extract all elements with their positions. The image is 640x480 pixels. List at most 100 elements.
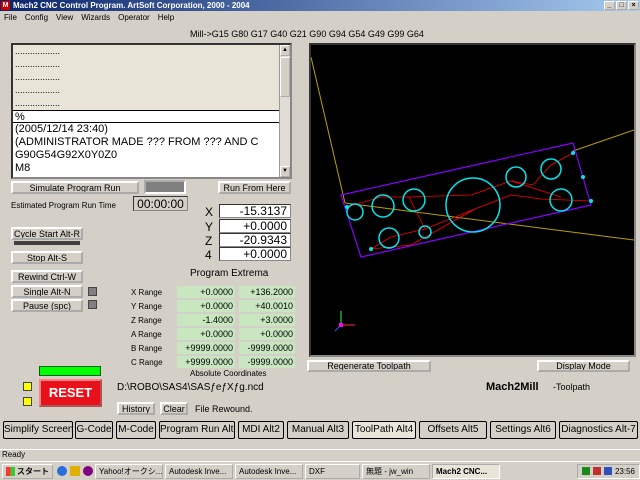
single-block-button[interactable]: Single Alt-N bbox=[11, 285, 83, 298]
quick-launch bbox=[57, 466, 93, 476]
title-bar: M Mach2 CNC Control Program. ArtSoft Cor… bbox=[0, 0, 640, 11]
clock: 23:56 bbox=[614, 466, 635, 476]
tab-diagnostics[interactable]: Diagnostics Alt-7 bbox=[559, 421, 638, 439]
start-button[interactable]: スタート bbox=[2, 463, 53, 479]
screen-name-label: -Toolpath bbox=[553, 382, 591, 392]
gcode-listing[interactable]: .................. .................. ..… bbox=[11, 43, 292, 179]
axis-gizmo-icon bbox=[334, 311, 355, 332]
range-label: X Range bbox=[131, 288, 163, 297]
folder-icon[interactable] bbox=[70, 466, 80, 476]
modal-gcodes-line: Mill->G15 G80 G17 G40 G21 G90 G94 G54 G4… bbox=[190, 29, 424, 39]
scroll-up-icon[interactable]: ▲ bbox=[280, 45, 290, 56]
range-min: +9999.0000 bbox=[177, 342, 235, 354]
reset-button[interactable]: RESET bbox=[39, 379, 102, 407]
pause-button[interactable]: Pause (spc) bbox=[11, 299, 83, 312]
tab-program-run[interactable]: Program Run Alt-1 bbox=[159, 421, 235, 439]
dro-axis-label: X bbox=[205, 205, 214, 219]
close-button[interactable]: × bbox=[628, 1, 639, 10]
axis-line bbox=[344, 202, 634, 241]
simulate-status-indicator bbox=[144, 180, 186, 194]
menu-file[interactable]: File bbox=[0, 13, 21, 22]
pause-led bbox=[88, 300, 97, 309]
run-from-here-button[interactable]: Run From Here bbox=[218, 181, 291, 194]
cycle-start-button[interactable]: Cycle Start Alt-R bbox=[11, 227, 83, 240]
tray-icon[interactable] bbox=[581, 467, 590, 475]
dro-x-value[interactable]: -15.3137 bbox=[219, 204, 291, 218]
tab-simplify-screen[interactable]: Simplify Screen bbox=[3, 421, 73, 439]
code-line: .................. bbox=[13, 45, 281, 58]
code-scrollbar[interactable]: ▲ ▼ bbox=[279, 45, 290, 177]
estimated-run-time-label: Estimated Program Run Time bbox=[11, 201, 116, 210]
range-min: +9999.0000 bbox=[177, 356, 235, 368]
task-jw-win[interactable]: 無題 - jw_win bbox=[362, 463, 430, 479]
yellow-led bbox=[23, 382, 32, 391]
history-button[interactable]: History bbox=[117, 402, 155, 415]
tab-settings[interactable]: Settings Alt6 bbox=[490, 421, 556, 439]
range-max: -9999.0000 bbox=[239, 356, 295, 368]
axis-line bbox=[311, 56, 346, 204]
minimize-button[interactable]: _ bbox=[604, 1, 615, 10]
code-line: .................. bbox=[13, 97, 281, 110]
scroll-thumb[interactable] bbox=[280, 57, 290, 97]
code-line: .................. bbox=[13, 58, 281, 71]
dro-z-value[interactable]: -20.9343 bbox=[219, 233, 291, 247]
task-autodesk-1[interactable]: Autodesk Inve... bbox=[165, 463, 233, 479]
menu-config[interactable]: Config bbox=[21, 13, 52, 22]
task-dxf[interactable]: DXF bbox=[305, 463, 360, 479]
regenerate-toolpath-button[interactable]: Regenerate Toolpath bbox=[307, 360, 431, 372]
dro-y-value[interactable]: +0.0000 bbox=[219, 219, 291, 233]
dro-axis-label: 4 bbox=[205, 248, 212, 262]
tab-offsets[interactable]: Offsets Alt5 bbox=[419, 421, 487, 439]
reset-status-led bbox=[39, 366, 101, 376]
code-line: (2005/12/14 23:40) bbox=[15, 123, 108, 135]
task-yahoo[interactable]: Yahoo!オークシ... bbox=[95, 463, 163, 479]
rewind-button[interactable]: Rewind Ctrl-W bbox=[11, 270, 83, 283]
tab-mdi[interactable]: MDI Alt2 bbox=[238, 421, 284, 439]
menu-help[interactable]: Help bbox=[154, 13, 178, 22]
tab-g-code[interactable]: G-Code bbox=[75, 421, 113, 439]
tray-icon[interactable] bbox=[592, 467, 601, 475]
file-status: File Rewound. bbox=[195, 404, 253, 414]
ie-icon[interactable] bbox=[57, 466, 67, 476]
toolpath-display[interactable] bbox=[309, 43, 636, 357]
simulate-program-run-button[interactable]: Simulate Program Run bbox=[11, 181, 139, 194]
rapid-moves bbox=[346, 152, 592, 250]
mach-app-icon: M bbox=[1, 1, 10, 10]
program-extrema-title: Program Extrema bbox=[190, 268, 269, 279]
range-label: C Range bbox=[131, 358, 163, 367]
file-path: D:\ROBO\SAS4\SASƒeƒXƒg.ncd bbox=[117, 382, 264, 393]
yahoo-icon[interactable] bbox=[83, 466, 93, 476]
axis-line bbox=[572, 129, 634, 152]
scroll-down-icon[interactable]: ▼ bbox=[280, 166, 290, 177]
stop-button[interactable]: Stop Alt-S bbox=[11, 251, 83, 264]
maximize-button[interactable]: □ bbox=[616, 1, 627, 10]
display-mode-button[interactable]: Display Mode bbox=[537, 360, 630, 372]
code-line: M8 bbox=[15, 162, 31, 174]
range-min: +0.0000 bbox=[177, 300, 235, 312]
range-label: Y Range bbox=[131, 302, 162, 311]
menu-wizards[interactable]: Wizards bbox=[77, 13, 114, 22]
tab-toolpath[interactable]: ToolPath Alt4 bbox=[352, 421, 416, 439]
range-max: +3.0000 bbox=[239, 314, 295, 326]
menu-view[interactable]: View bbox=[52, 13, 77, 22]
dro-axis-label: Y bbox=[205, 220, 214, 234]
menu-operator[interactable]: Operator bbox=[114, 13, 154, 22]
yellow-led bbox=[23, 397, 32, 406]
windows-start-icon bbox=[6, 466, 15, 476]
task-mach2[interactable]: Mach2 CNC... bbox=[432, 463, 500, 479]
code-line: (ADMINISTRATOR MADE ??? FROM ??? AND C bbox=[15, 136, 259, 148]
range-min: +0.0000 bbox=[177, 286, 235, 298]
tab-m-code[interactable]: M-Code bbox=[116, 421, 156, 439]
estimated-run-time-value: 00:00:00 bbox=[133, 196, 188, 211]
cycle-start-indicator bbox=[14, 241, 80, 245]
system-tray: 23:56 bbox=[576, 463, 640, 479]
menu-bar: File Config View Wizards Operator Help bbox=[0, 11, 640, 23]
range-max: +40.0010 bbox=[239, 300, 295, 312]
clear-button[interactable]: Clear bbox=[160, 402, 188, 415]
tab-manual[interactable]: Manual Alt3 bbox=[287, 421, 349, 439]
range-label: B Range bbox=[131, 344, 163, 353]
dro-a-value[interactable]: +0.0000 bbox=[219, 247, 291, 261]
code-line-current: % bbox=[13, 110, 281, 123]
task-autodesk-2[interactable]: Autodesk Inve... bbox=[235, 463, 303, 479]
tray-icon[interactable] bbox=[603, 467, 612, 475]
